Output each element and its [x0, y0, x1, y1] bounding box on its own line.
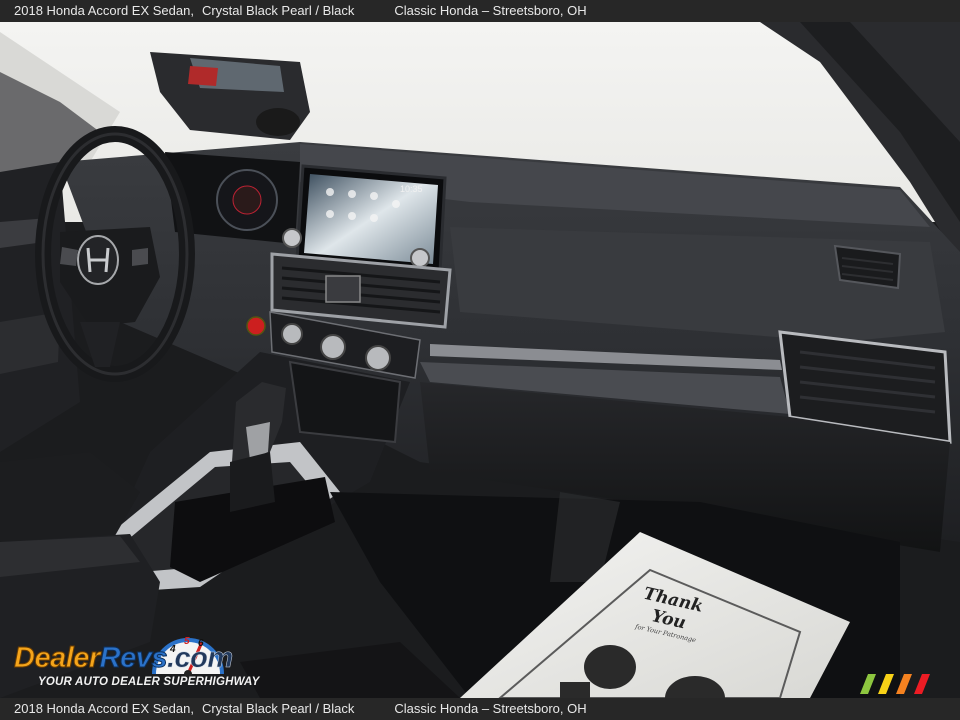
caption-dealer-bottom: Classic Honda – Streetsboro, OH [394, 701, 587, 716]
logo-part-dealer: Dealer [14, 642, 101, 675]
dealerrevs-logo: 4 5 6 DealerRevs.com YOUR AUTO DEALER SU… [12, 628, 272, 692]
logo-wordmark: DealerRevs.com [14, 642, 234, 675]
caption-bar-top: 2018 Honda Accord EX Sedan, Crystal Blac… [0, 0, 960, 22]
car-interior-photo: 10:35 [0, 22, 960, 698]
caption-vehicle-bottom: 2018 Honda Accord EX Sedan, [14, 701, 194, 716]
caption-dealer: Classic Honda – Streetsboro, OH [394, 3, 587, 18]
logo-tagline: YOUR AUTO DEALER SUPERHIGHWAY [38, 676, 260, 688]
screen-clock: 10:35 [400, 184, 423, 194]
logo-part-com: .com [167, 642, 234, 675]
caption-bar-bottom: 2018 Honda Accord EX Sedan, Crystal Blac… [0, 698, 960, 720]
logo-part-revs: Revs [99, 642, 168, 675]
caption-color-bottom: Crystal Black Pearl / Black [201, 701, 355, 716]
color-stripes-icon [860, 674, 930, 694]
caption-vehicle: 2018 Honda Accord EX Sedan, [14, 3, 194, 18]
caption-color: Crystal Black Pearl / Black [201, 3, 355, 18]
